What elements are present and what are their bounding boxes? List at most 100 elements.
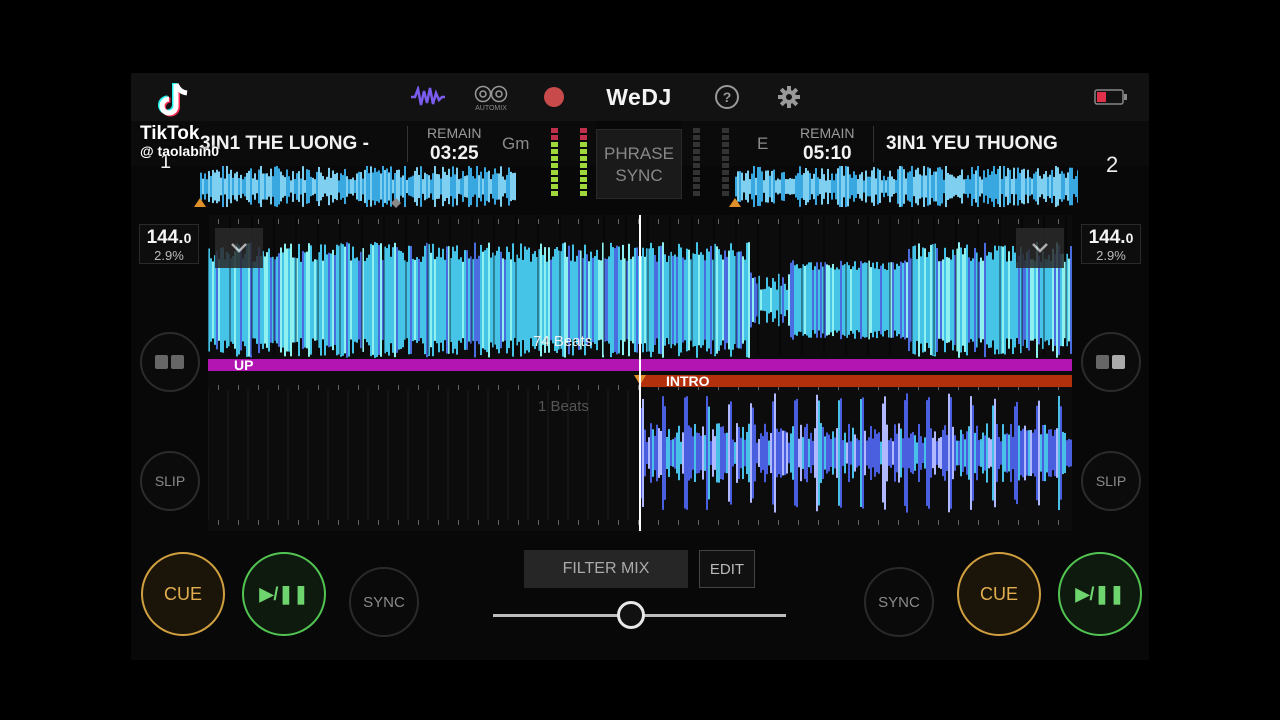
overview-bar <box>360 172 362 201</box>
deck2-wave-bar <box>990 439 992 467</box>
overview-bar <box>500 166 502 207</box>
overview-bar <box>1025 178 1027 195</box>
deck2-beats-label: 1 Beats <box>538 398 589 415</box>
beat-tick <box>938 219 939 224</box>
overview-bar <box>999 166 1001 207</box>
deck1-wave-bar <box>1002 246 1004 354</box>
deck2-wave-bar <box>1056 428 1058 478</box>
overview-bar <box>803 173 805 200</box>
deck1-wave-bar <box>810 262 812 338</box>
deck1-wave-bar <box>306 251 308 349</box>
deck1-sync-button[interactable]: SYNC <box>349 567 419 637</box>
overview-bar <box>326 176 328 197</box>
overview-bar <box>1067 172 1069 201</box>
beat-tick <box>598 520 599 525</box>
overview-bar <box>1023 168 1025 205</box>
overview-bar <box>470 167 472 206</box>
overview-bar <box>260 166 262 207</box>
meter-segment <box>580 128 587 133</box>
deck2-track-title[interactable]: 3IN1 YEU THUONG <box>886 133 1058 155</box>
deck1-wave-bar <box>818 269 820 331</box>
deck1-wave-bar <box>944 247 946 353</box>
waveform-view-icon[interactable] <box>410 84 446 110</box>
deck2-wave-bar <box>924 437 926 469</box>
edit-button[interactable]: EDIT <box>699 550 755 588</box>
deck2-wave-bar <box>840 398 842 508</box>
help-button[interactable]: ? <box>714 84 740 110</box>
deck1-wave-bar <box>468 258 470 342</box>
deck1-wave-bar <box>1010 260 1012 340</box>
overview-bar <box>775 180 777 193</box>
deck2-slip-button[interactable]: SLIP <box>1081 451 1141 511</box>
deck2-wave-bar <box>866 440 868 466</box>
overview-bar <box>791 178 793 195</box>
deck2-wave-bar <box>848 423 850 483</box>
deck1-overview-waveform[interactable] <box>200 166 543 207</box>
record-button[interactable] <box>543 86 565 108</box>
overview-bar <box>334 174 336 199</box>
beat-tick <box>918 520 919 525</box>
overview-bar <box>955 178 957 195</box>
overview-bar <box>987 169 989 204</box>
deck1-wave-bar <box>632 256 634 344</box>
deck2-collapse-button[interactable] <box>1016 228 1064 268</box>
overview-bar <box>807 170 809 203</box>
overview-bar <box>1051 169 1053 204</box>
filter-mix-button[interactable]: FILTER MIX <box>524 550 688 588</box>
beat-tick <box>378 385 379 390</box>
beat-tick <box>278 219 279 224</box>
phrase-sync-button[interactable]: PHRASE SYNC <box>596 129 682 199</box>
meter-segment <box>580 156 587 161</box>
deck1-cue-button[interactable]: CUE <box>141 552 225 636</box>
deck2-wave-bar <box>770 432 772 474</box>
settings-button[interactable] <box>776 84 802 110</box>
deck2-wave-bar <box>684 397 686 509</box>
overview-bar <box>272 176 274 197</box>
beat-tick <box>458 385 459 390</box>
deck1-wave-bar <box>840 260 842 340</box>
deck2-wave-bar <box>788 442 790 464</box>
overview-bar <box>250 168 252 205</box>
deck2-wave-bar <box>920 436 922 470</box>
deck1-wave-bar <box>940 261 942 339</box>
overview-bar <box>961 169 963 204</box>
deck2-overview-waveform[interactable] <box>735 166 1078 207</box>
deck1-wave-bar <box>916 259 918 341</box>
beat-tick <box>918 219 919 224</box>
deck2-sync-button[interactable]: SYNC <box>864 567 934 637</box>
deck2-play-pause-button[interactable]: ▶/❚❚ <box>1058 552 1142 636</box>
crossfader-knob[interactable] <box>617 601 645 629</box>
deck1-collapse-button[interactable] <box>215 228 263 268</box>
deck2-panel-toggle-button[interactable] <box>1081 332 1141 392</box>
overview-bar <box>424 172 426 201</box>
deck1-panel-toggle-button[interactable] <box>140 332 200 392</box>
beat-tick <box>218 520 219 525</box>
deck1-slip-button[interactable]: SLIP <box>140 451 200 511</box>
deck1-wave-bar <box>488 242 490 358</box>
overview-bar <box>510 171 512 202</box>
overview-bar <box>869 176 871 197</box>
deck2-wave-bar <box>826 432 828 474</box>
deck1-wave-bar <box>332 249 334 351</box>
meter-segment <box>693 128 700 133</box>
deck1-wave-bar <box>842 265 844 335</box>
deck1-bpm-display[interactable]: 144.0 2.9% <box>139 224 199 264</box>
deck1-wave-bar <box>872 262 874 338</box>
overview-bar <box>214 172 216 201</box>
deck1-wave-bar <box>438 247 440 353</box>
deck2-bpm-display[interactable]: 144.0 2.9% <box>1081 224 1141 264</box>
deck1-wave-bar <box>900 261 902 339</box>
overview-bar <box>811 178 813 195</box>
beat-tick <box>478 520 479 525</box>
deck1-wave-bar <box>610 242 612 358</box>
deck2-wave-bar <box>982 432 984 474</box>
automix-button[interactable]: AUTOMIX <box>472 82 510 114</box>
deck2-cue-button[interactable]: CUE <box>957 552 1041 636</box>
deck1-play-pause-button[interactable]: ▶/❚❚ <box>242 552 326 636</box>
overview-bar <box>240 174 242 199</box>
deck2-wave-bar <box>816 394 818 512</box>
deck2-wave-bar <box>940 437 942 469</box>
main-waveform-area[interactable] <box>208 215 1072 531</box>
deck2-wave-bar <box>972 405 974 501</box>
overview-bar <box>256 179 258 194</box>
